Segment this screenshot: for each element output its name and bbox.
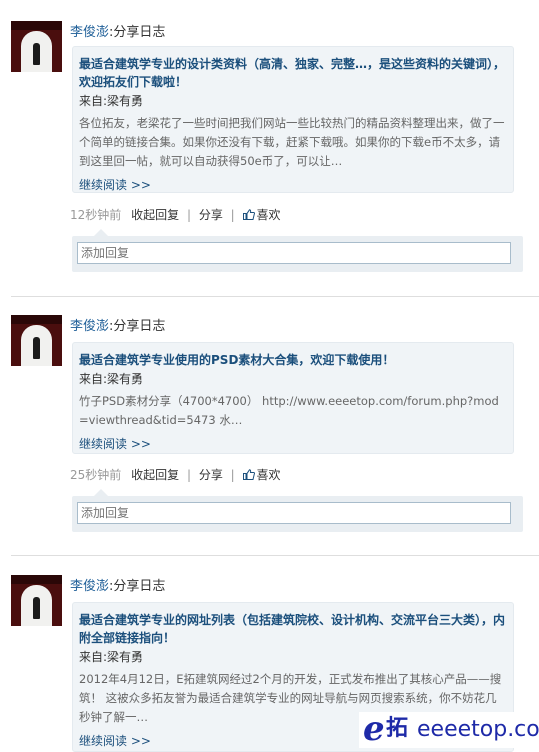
site-watermark: e 拓 eeeetop.com	[359, 712, 539, 748]
collapse-replies-link[interactable]: 收起回复	[131, 468, 179, 482]
avatar-image	[11, 315, 62, 324]
shared-article-card: 最适合建筑学专业的设计类资料（高清、独家、完整…，是这些资料的关键词），欢迎拓友…	[72, 46, 514, 193]
share-link[interactable]: 分享	[199, 208, 223, 222]
thumbs-up-icon	[242, 209, 255, 220]
post-actions: 25秒钟前 收起回复 | 分享 | 喜欢	[70, 468, 281, 482]
post-divider	[11, 555, 539, 556]
username-link[interactable]: 李俊澎	[70, 25, 109, 40]
avatar-image	[11, 575, 62, 584]
reply-input[interactable]	[77, 502, 511, 524]
avatar[interactable]	[11, 21, 62, 72]
read-more-link[interactable]: 继续阅读 >>	[79, 176, 151, 194]
reply-box	[72, 229, 523, 272]
share-link[interactable]: 分享	[199, 468, 223, 482]
post-header: 李俊澎:分享日志	[70, 575, 165, 594]
thumbs-up-icon	[242, 469, 255, 480]
post-action: :分享日志	[109, 319, 166, 334]
article-title-link[interactable]: 最适合建筑学专业使用的PSD素材大合集，欢迎下载使用！	[79, 351, 505, 369]
avatar[interactable]	[11, 315, 62, 366]
post-action: :分享日志	[109, 25, 166, 40]
read-more-link[interactable]: 继续阅读 >>	[79, 435, 151, 453]
like-link[interactable]: 喜欢	[242, 468, 281, 482]
reply-input[interactable]	[77, 242, 511, 264]
like-label: 喜欢	[256, 208, 281, 222]
collapse-replies-link[interactable]: 收起回复	[131, 208, 179, 222]
watermark-logo-cn: 拓	[386, 716, 409, 741]
post-action: :分享日志	[109, 579, 166, 594]
article-source: 来自:梁有勇	[79, 372, 144, 386]
shared-article-card: 最适合建筑学专业使用的PSD素材大合集，欢迎下载使用！ 来自:梁有勇 竹子PSD…	[72, 342, 514, 454]
article-source: 来自:梁有勇	[79, 650, 144, 664]
reply-box	[72, 489, 523, 532]
article-title-link[interactable]: 最适合建筑学专业的网址列表（包括建筑院校、设计机构、交流平台三大类），内附全部链…	[79, 611, 505, 647]
post-time: 12秒钟前	[70, 208, 122, 222]
avatar[interactable]	[11, 575, 62, 626]
read-more-link[interactable]: 继续阅读 >>	[79, 732, 151, 750]
post-header: 李俊澎:分享日志	[70, 315, 165, 334]
post-time: 25秒钟前	[70, 468, 122, 482]
username-link[interactable]: 李俊澎	[70, 319, 109, 334]
post-header: 李俊澎:分享日志	[70, 21, 165, 40]
post-divider	[11, 296, 539, 297]
username-link[interactable]: 李俊澎	[70, 579, 109, 594]
post-actions: 12秒钟前 收起回复 | 分享 | 喜欢	[70, 208, 281, 222]
article-excerpt: 竹子PSD素材分享（4700*4700） http://www.eeeetop.…	[79, 394, 499, 427]
article-title-link[interactable]: 最适合建筑学专业的设计类资料（高清、独家、完整…，是这些资料的关键词），欢迎拓友…	[79, 55, 505, 91]
article-source: 来自:梁有勇	[79, 94, 144, 108]
article-excerpt: 各位拓友，老梁花了一些时间把我们网站一些比较热门的精品资料整理出来，做了一个简单…	[79, 116, 505, 168]
watermark-site: eeeetop.com	[417, 717, 539, 742]
like-label: 喜欢	[256, 468, 281, 482]
avatar-image	[11, 21, 62, 30]
like-link[interactable]: 喜欢	[242, 208, 281, 222]
